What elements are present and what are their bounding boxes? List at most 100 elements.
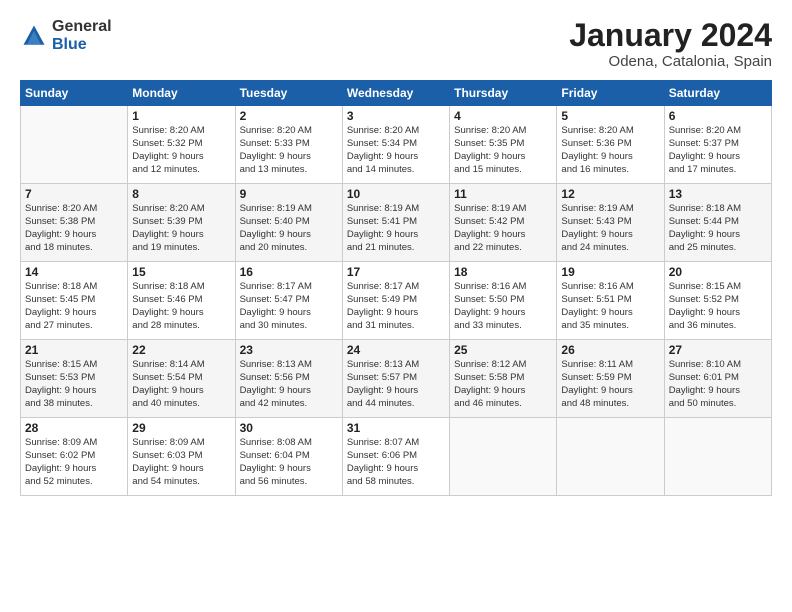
day-number: 19 <box>561 265 659 279</box>
day-header: Thursday <box>450 81 557 106</box>
day-number: 27 <box>669 343 767 357</box>
day-number: 29 <box>132 421 230 435</box>
day-cell: 15 Sunrise: 8:18 AMSunset: 5:46 PMDayligh… <box>128 262 235 340</box>
day-header: Sunday <box>21 81 128 106</box>
day-info: and 56 minutes. <box>240 476 338 489</box>
day-info: Sunrise: 8:18 AM <box>132 281 230 294</box>
day-info: Sunset: 6:01 PM <box>669 372 767 385</box>
logo-icon <box>20 22 48 50</box>
day-info: Sunset: 5:56 PM <box>240 372 338 385</box>
day-info: Daylight: 9 hours <box>240 151 338 164</box>
day-info: Daylight: 9 hours <box>240 385 338 398</box>
day-info: and 18 minutes. <box>25 242 123 255</box>
day-info: Daylight: 9 hours <box>454 151 552 164</box>
header: General Blue January 2024 Odena, Catalon… <box>20 18 772 70</box>
day-info: Sunrise: 8:13 AM <box>347 359 445 372</box>
day-info: Sunset: 5:44 PM <box>669 216 767 229</box>
day-cell <box>450 418 557 496</box>
day-cell: 14Sunrise: 8:18 AMSunset: 5:45 PMDayligh… <box>21 262 128 340</box>
day-info: and 42 minutes. <box>240 398 338 411</box>
day-info: Daylight: 9 hours <box>561 385 659 398</box>
day-info: Sunset: 6:02 PM <box>25 450 123 463</box>
day-info: and 31 minutes. <box>347 320 445 333</box>
day-info: and 28 minutes. <box>132 320 230 333</box>
day-info: Sunrise: 8:13 AM <box>240 359 338 372</box>
day-cell: 23 Sunrise: 8:13 AMSunset: 5:56 PMDayligh… <box>235 340 342 418</box>
day-cell: 7Sunrise: 8:20 AMSunset: 5:38 PMDaylight… <box>21 184 128 262</box>
day-info: Sunset: 6:04 PM <box>240 450 338 463</box>
day-cell: 18Sunrise: 8:16 AMSunset: 5:50 PMDayligh… <box>450 262 557 340</box>
day-cell: 20Sunrise: 8:15 AMSunset: 5:52 PMDayligh… <box>664 262 771 340</box>
day-info: and 40 minutes. <box>132 398 230 411</box>
day-info: Daylight: 9 hours <box>132 307 230 320</box>
day-info: Sunrise: 8:20 AM <box>240 125 338 138</box>
day-info: Sunset: 5:34 PM <box>347 138 445 151</box>
day-info: Sunset: 5:42 PM <box>454 216 552 229</box>
day-header: Saturday <box>664 81 771 106</box>
day-info: Daylight: 9 hours <box>561 229 659 242</box>
day-info: Daylight: 9 hours <box>25 229 123 242</box>
day-info: Sunrise: 8:09 AM <box>25 437 123 450</box>
day-info: Sunrise: 8:18 AM <box>25 281 123 294</box>
day-number: 10 <box>347 187 445 201</box>
day-info: Sunrise: 8:20 AM <box>454 125 552 138</box>
day-info: Sunset: 5:52 PM <box>669 294 767 307</box>
day-info: Sunset: 5:59 PM <box>561 372 659 385</box>
day-info: and 58 minutes. <box>347 476 445 489</box>
day-cell: 19Sunrise: 8:16 AMSunset: 5:51 PMDayligh… <box>557 262 664 340</box>
day-info: Sunset: 5:45 PM <box>25 294 123 307</box>
day-info: Sunset: 5:51 PM <box>561 294 659 307</box>
day-info: Sunset: 5:53 PM <box>25 372 123 385</box>
day-info: Sunset: 6:06 PM <box>347 450 445 463</box>
day-info: and 35 minutes. <box>561 320 659 333</box>
day-info: Daylight: 9 hours <box>25 385 123 398</box>
day-number: 9 <box>240 187 338 201</box>
day-info: and 30 minutes. <box>240 320 338 333</box>
day-cell: 13Sunrise: 8:18 AMSunset: 5:44 PMDayligh… <box>664 184 771 262</box>
week-row: 7Sunrise: 8:20 AMSunset: 5:38 PMDaylight… <box>21 184 772 262</box>
day-info: Sunrise: 8:20 AM <box>347 125 445 138</box>
day-info: Daylight: 9 hours <box>132 463 230 476</box>
day-info: and 25 minutes. <box>669 242 767 255</box>
day-cell: 25Sunrise: 8:12 AMSunset: 5:58 PMDayligh… <box>450 340 557 418</box>
day-cell: 3Sunrise: 8:20 AMSunset: 5:34 PMDaylight… <box>342 106 449 184</box>
day-info: and 14 minutes. <box>347 164 445 177</box>
day-info: Sunset: 5:37 PM <box>669 138 767 151</box>
day-info: Daylight: 9 hours <box>347 229 445 242</box>
day-info: Sunset: 5:46 PM <box>132 294 230 307</box>
day-info: and 12 minutes. <box>132 164 230 177</box>
day-info: Sunrise: 8:11 AM <box>561 359 659 372</box>
day-number: 18 <box>454 265 552 279</box>
day-number: 15 <box>132 265 230 279</box>
day-number: 7 <box>25 187 123 201</box>
day-info: Sunset: 5:32 PM <box>132 138 230 151</box>
week-row: 14Sunrise: 8:18 AMSunset: 5:45 PMDayligh… <box>21 262 772 340</box>
day-cell: 17Sunrise: 8:17 AMSunset: 5:49 PMDayligh… <box>342 262 449 340</box>
day-info: Sunrise: 8:20 AM <box>669 125 767 138</box>
day-cell: 8Sunrise: 8:20 AMSunset: 5:39 PMDaylight… <box>128 184 235 262</box>
day-info: Daylight: 9 hours <box>347 307 445 320</box>
day-info: Sunrise: 8:10 AM <box>669 359 767 372</box>
day-number: 14 <box>25 265 123 279</box>
day-info: Sunset: 5:36 PM <box>561 138 659 151</box>
day-number: 16 <box>240 265 338 279</box>
title-block: January 2024 Odena, Catalonia, Spain <box>569 18 772 70</box>
day-info: Sunrise: 8:16 AM <box>561 281 659 294</box>
day-info: Daylight: 9 hours <box>669 151 767 164</box>
location: Odena, Catalonia, Spain <box>569 53 772 70</box>
day-info: Sunrise: 8:19 AM <box>347 203 445 216</box>
day-info: and 48 minutes. <box>561 398 659 411</box>
day-info: and 17 minutes. <box>669 164 767 177</box>
day-info: Sunrise: 8:14 AM <box>132 359 230 372</box>
day-number: 4 <box>454 109 552 123</box>
logo-blue-text: Blue <box>52 36 87 53</box>
day-number: 23 <box>240 343 338 357</box>
day-cell: 27 Sunrise: 8:10 AMSunset: 6:01 PMDayligh… <box>664 340 771 418</box>
day-info: and 33 minutes. <box>454 320 552 333</box>
day-info: Sunset: 5:58 PM <box>454 372 552 385</box>
month-title: January 2024 <box>569 18 772 53</box>
day-cell <box>21 106 128 184</box>
week-row: 28Sunrise: 8:09 AMSunset: 6:02 PMDayligh… <box>21 418 772 496</box>
day-info: Daylight: 9 hours <box>669 385 767 398</box>
day-number: 6 <box>669 109 767 123</box>
